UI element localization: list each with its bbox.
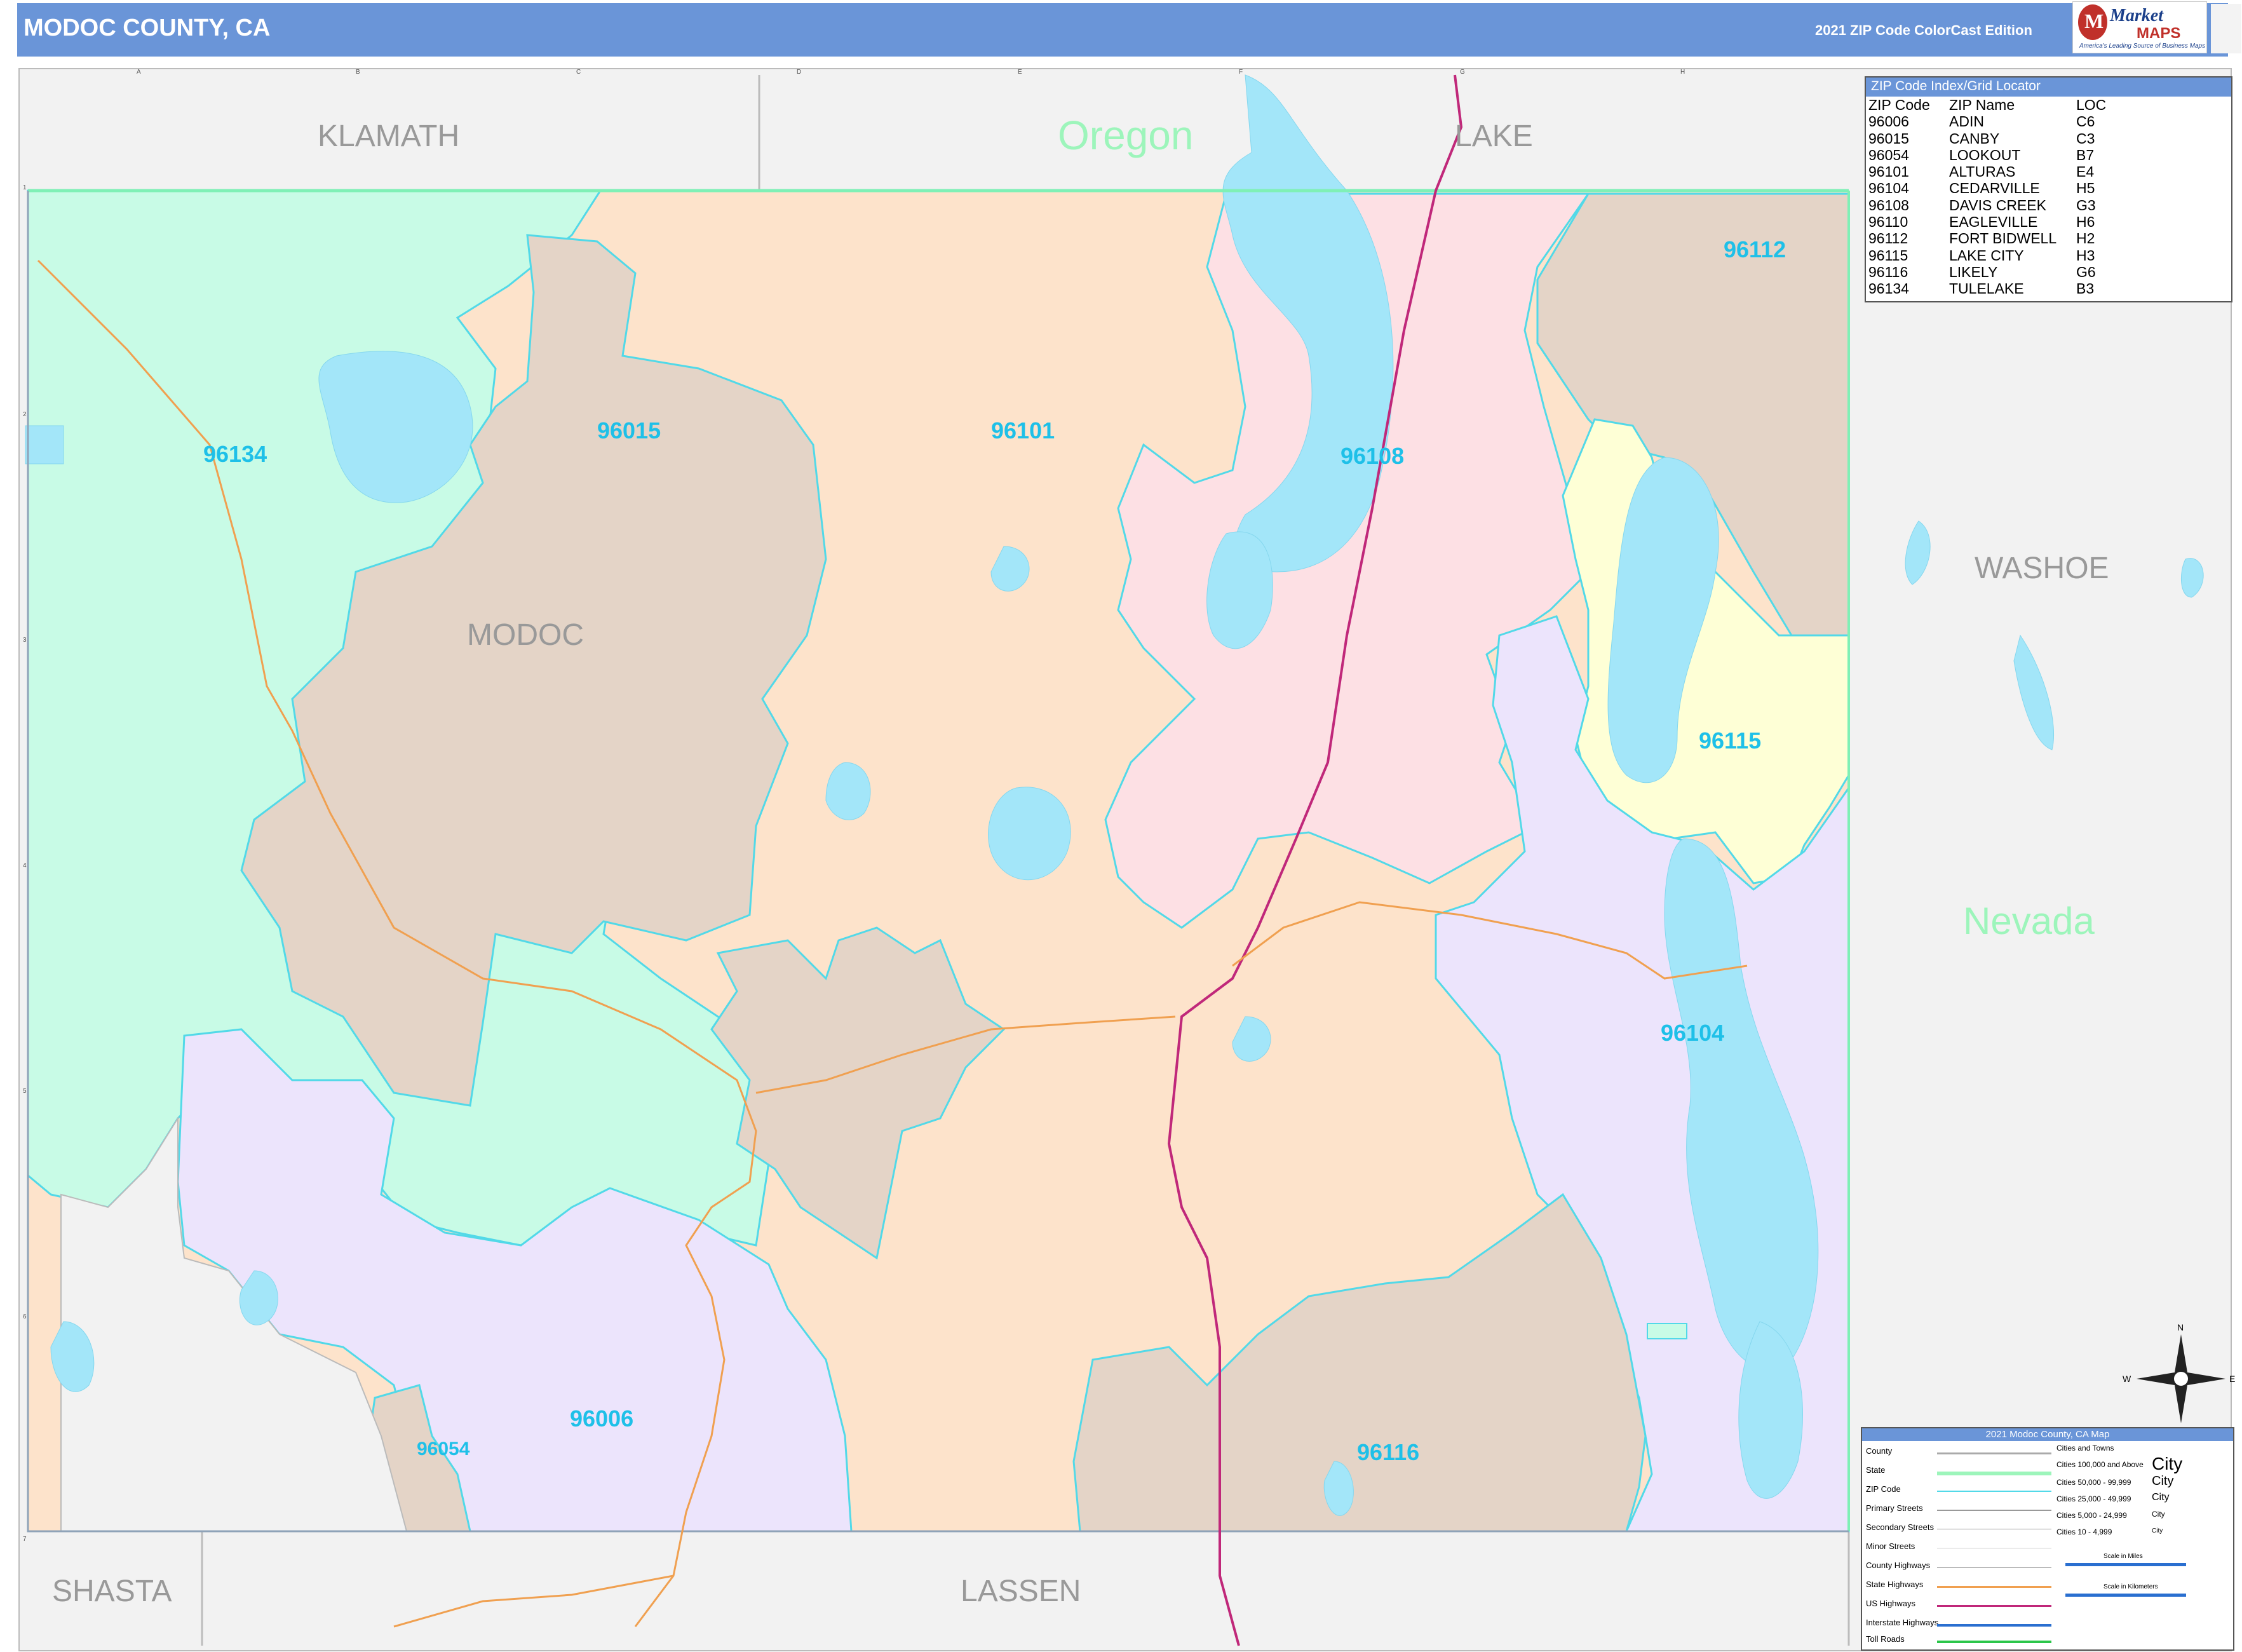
zip-label-96101: 96101 bbox=[991, 417, 1055, 443]
zip-index-header-loc: LOC bbox=[2076, 97, 2107, 113]
legend-primary: Primary Streets bbox=[1866, 1503, 1923, 1513]
grid-col-d: D bbox=[797, 69, 801, 76]
table-row: 96112 FORT BIDWELL H2 bbox=[1868, 230, 2095, 247]
state-label-oregon: Oregon bbox=[1058, 112, 1193, 158]
grid-col-a: A bbox=[137, 69, 141, 76]
legend-state: State bbox=[1866, 1465, 1886, 1475]
zip-label-96006: 96006 bbox=[570, 1405, 633, 1432]
scale-miles-label: Scale in Miles bbox=[2104, 1553, 2143, 1560]
grid-row-6: 6 bbox=[23, 1313, 27, 1320]
grid-row-7: 7 bbox=[23, 1536, 27, 1543]
legend-minor: Minor Streets bbox=[1866, 1541, 1915, 1551]
county-label-lake: LAKE bbox=[1455, 119, 1533, 153]
zip-index-header-name: ZIP Name bbox=[1949, 97, 2015, 113]
grid-row-2: 2 bbox=[23, 411, 27, 418]
table-row: 96101 ALTURAS E4 bbox=[1868, 163, 2095, 180]
grid-col-h: H bbox=[1680, 69, 1685, 76]
table-row: 96104 CEDARVILLE H5 bbox=[1868, 180, 2095, 197]
legend-toll: Toll Roads bbox=[1866, 1634, 1905, 1644]
legend-zip: ZIP Code bbox=[1866, 1484, 1901, 1494]
table-row: 96006 ADIN C6 bbox=[1868, 113, 2095, 130]
grid-row-1: 1 bbox=[23, 184, 27, 191]
county-label-shasta: SHASTA bbox=[52, 1574, 172, 1608]
zip-index-panel: ZIP Code Index/Grid Locator ZIP Code ZIP… bbox=[1865, 76, 2232, 302]
county-label-lassen: LASSEN bbox=[961, 1574, 1081, 1608]
zip-label-96015: 96015 bbox=[597, 417, 661, 443]
compass-w: W bbox=[2123, 1374, 2131, 1384]
grid-col-c: C bbox=[576, 69, 581, 76]
legend-us-hwy: US Highways bbox=[1866, 1599, 1916, 1608]
grid-col-g: G bbox=[1460, 69, 1465, 76]
table-row: 96116 LIKELY G6 bbox=[1868, 263, 2096, 280]
zip-index-header-zip: ZIP Code bbox=[1868, 97, 1930, 113]
legend-interstate: Interstate Highways bbox=[1866, 1618, 1939, 1627]
table-row: 96134 TULELAKE B3 bbox=[1868, 280, 2095, 297]
table-row: 96015 CANBY C3 bbox=[1868, 130, 2095, 147]
county-label-washoe: WASHOE bbox=[1975, 552, 2109, 585]
table-row: 96054 LOOKOUT B7 bbox=[1868, 146, 2095, 163]
table-row: 96110 EAGLEVILLE H6 bbox=[1868, 213, 2095, 231]
west-water bbox=[25, 425, 64, 464]
zip-index-table: ZIP Code ZIP Name LOC 96006 ADIN C6 96015 C… bbox=[1868, 97, 2140, 297]
compass-e: E bbox=[2229, 1374, 2235, 1384]
zip-label-96116: 96116 bbox=[1357, 1439, 1419, 1465]
grid-col-b: B bbox=[356, 69, 360, 76]
legend-cities-header: Cities and Towns bbox=[2056, 1444, 2114, 1452]
zip-label-96054: 96054 bbox=[417, 1439, 470, 1459]
zip-area-96110[interactable] bbox=[1647, 1323, 1687, 1339]
scale-km-label: Scale in Kilometers bbox=[2104, 1583, 2158, 1590]
zip-index-header-row: ZIP Code ZIP Name LOC bbox=[1868, 97, 2140, 113]
legend-state-hwy: State Highways bbox=[1866, 1580, 1924, 1589]
grid-col-f: F bbox=[1239, 69, 1243, 76]
grid-col-e: E bbox=[1018, 69, 1022, 76]
county-label-modoc: MODOC bbox=[467, 618, 584, 652]
table-row: 96115 LAKE CITY H3 bbox=[1868, 247, 2095, 264]
grid-row-3: 3 bbox=[23, 637, 27, 644]
grid-row-4: 4 bbox=[23, 862, 27, 869]
zip-label-96115: 96115 bbox=[1699, 728, 1761, 754]
county-label-klamath: KLAMATH bbox=[318, 119, 459, 153]
zip-label-96104: 96104 bbox=[1661, 1020, 1724, 1046]
state-label-nevada: Nevada bbox=[1963, 900, 2095, 942]
grid-row-5: 5 bbox=[23, 1088, 27, 1095]
legend-county: County bbox=[1866, 1446, 1893, 1456]
legend-county-hwy: County Highways bbox=[1866, 1561, 1931, 1570]
zip-label-96134: 96134 bbox=[203, 441, 267, 467]
zip-label-96108: 96108 bbox=[1340, 443, 1404, 469]
legend-secondary: Secondary Streets bbox=[1866, 1522, 1934, 1532]
dorris-reservoir bbox=[988, 787, 1071, 881]
compass-n: N bbox=[2177, 1322, 2184, 1332]
scale-bar-miles bbox=[2065, 1563, 2186, 1566]
map-legend: 2021 Modoc County, CA Map County State Z… bbox=[1861, 1427, 2234, 1651]
zip-label-96112: 96112 bbox=[1724, 236, 1786, 262]
legend-title: 2021 Modoc County, CA Map bbox=[1862, 1428, 2233, 1441]
table-row: 96108 DAVIS CREEK G3 bbox=[1868, 196, 2096, 213]
zip-index-title: ZIP Code Index/Grid Locator bbox=[1866, 78, 2231, 97]
scale-bar-km bbox=[2065, 1594, 2186, 1597]
